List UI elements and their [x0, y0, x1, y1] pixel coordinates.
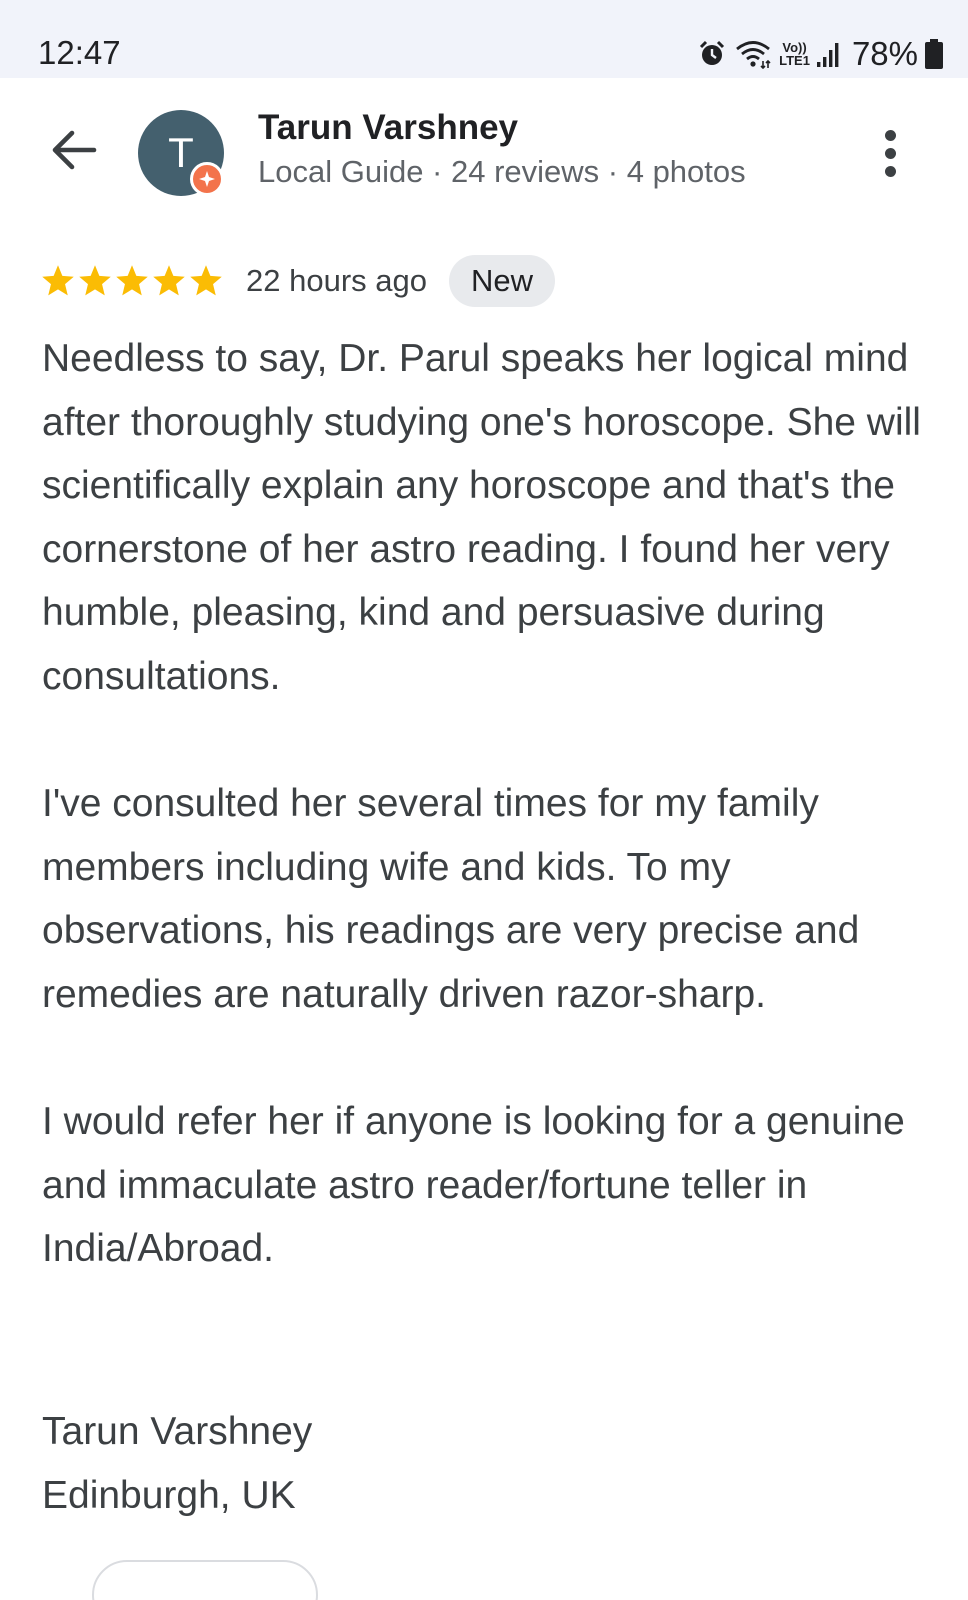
battery-percent: 78% [851, 35, 918, 72]
review-time: 22 hours ago [246, 263, 427, 298]
back-button[interactable] [48, 124, 100, 176]
new-badge: New [448, 255, 555, 307]
volte-indicator: Vo)) LTE1 [779, 41, 810, 67]
more-options-button[interactable] [870, 130, 910, 178]
avatar-letter: T [168, 129, 194, 176]
star-icon [79, 265, 111, 296]
star-rating [40, 263, 224, 299]
more-vert-icon-dot [884, 148, 896, 159]
more-vert-icon [884, 130, 896, 141]
arrow-back-icon [52, 130, 97, 170]
review-detail-screen: 12:47 Vo)) LTE1 78% T Tarun Varshney Loc… [0, 0, 968, 1600]
review-text: Needless to say, Dr. Parul speaks her lo… [42, 327, 942, 1345]
review-paragraph: I've consulted her several times for my … [42, 782, 860, 1016]
review-paragraph: I would refer her if anyone is looking f… [42, 1100, 905, 1270]
signature-name: Tarun Varshney [42, 1410, 313, 1453]
status-bar: 12:47 Vo)) LTE1 78% [0, 0, 968, 78]
status-icons: Vo)) LTE1 78% [697, 35, 944, 72]
review-paragraph: Needless to say, Dr. Parul speaks her lo… [42, 337, 921, 698]
rating-row: 22 hours ago New [40, 254, 555, 308]
reviewer-meta: Local Guide · 24 reviews · 4 photos [258, 154, 746, 189]
alarm-icon [697, 39, 727, 69]
status-time: 12:47 [38, 34, 121, 71]
review-signature: Tarun Varshney Edinburgh, UK [42, 1400, 312, 1528]
review-header: T Tarun Varshney Local Guide · 24 review… [0, 78, 968, 228]
wifi-icon [733, 39, 773, 69]
local-guide-badge-icon [190, 162, 224, 196]
battery-icon [924, 38, 944, 70]
star-icon [190, 265, 222, 296]
signature-location: Edinburgh, UK [42, 1474, 296, 1517]
reviewer-name[interactable]: Tarun Varshney [258, 108, 518, 148]
action-chip[interactable] [92, 1560, 318, 1600]
lte-label: LTE1 [779, 53, 810, 68]
star-icon [153, 265, 185, 296]
star-icon [116, 265, 148, 296]
star-icon [42, 265, 74, 296]
signal-icon [816, 39, 842, 69]
more-vert-icon-dot [884, 166, 896, 177]
